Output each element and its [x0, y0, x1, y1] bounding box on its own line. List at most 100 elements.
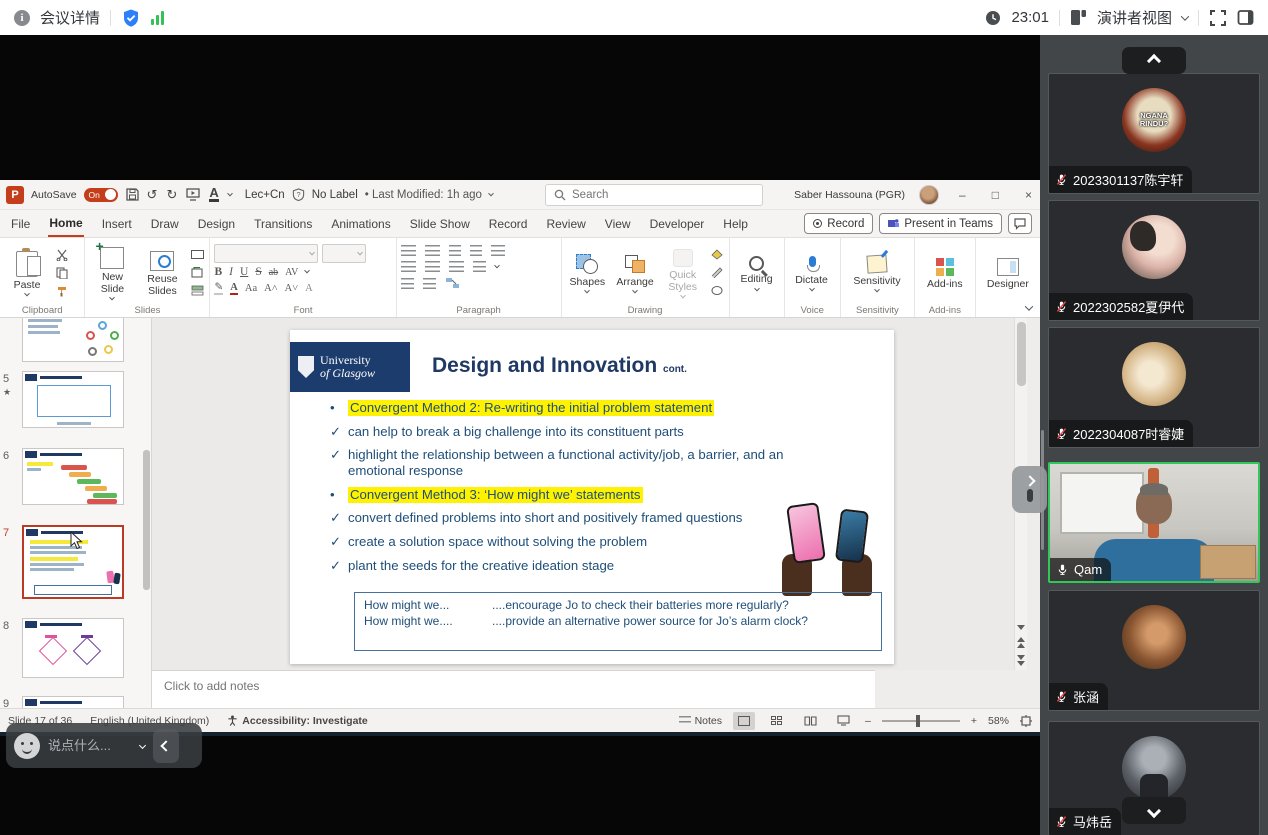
tab-slideshow[interactable]: Slide Show [409, 212, 471, 236]
account-avatar[interactable] [919, 185, 939, 205]
tab-record[interactable]: Record [488, 212, 529, 236]
designer-button[interactable]: Designer [980, 255, 1036, 290]
meeting-details-button[interactable]: 会议详情 [40, 7, 100, 28]
fullscreen-icon[interactable] [1209, 9, 1227, 27]
chat-quick-input[interactable] [6, 723, 202, 768]
network-signal-icon[interactable] [151, 11, 164, 25]
font-name-combobox[interactable] [214, 244, 318, 263]
collapse-chat-button[interactable] [153, 729, 179, 763]
shrink-font-button[interactable]: A˅ [285, 283, 299, 294]
bold-button[interactable]: B [214, 266, 222, 278]
autosave-toggle[interactable]: On [84, 188, 118, 202]
align-text-icon[interactable] [423, 278, 436, 289]
scroll-down-icon[interactable] [1017, 625, 1025, 630]
slide-sorter-view-button[interactable] [766, 712, 788, 730]
font-size-combobox[interactable] [322, 244, 366, 263]
highlight-color-button[interactable]: ✎ [214, 281, 223, 295]
emoji-button[interactable] [14, 733, 40, 759]
ppt-search-box[interactable] [545, 184, 763, 206]
line-spacing-icon[interactable] [491, 245, 505, 256]
new-slide-button[interactable]: New Slide [89, 244, 135, 301]
grow-font-button[interactable]: A˄ [264, 283, 278, 294]
zoom-level[interactable]: 58% [988, 715, 1009, 727]
security-shield-icon[interactable] [121, 8, 141, 28]
last-modified[interactable]: • Last Modified: 1h ago [365, 189, 482, 201]
paste-button[interactable]: Paste [4, 248, 50, 297]
strikethrough-button[interactable]: S [255, 266, 261, 278]
addins-button[interactable]: Add-ins [919, 255, 971, 290]
slide-thumbnail[interactable]: 6 [0, 448, 151, 508]
chevron-down-icon[interactable] [1181, 12, 1189, 20]
align-left-icon[interactable] [401, 261, 416, 272]
tab-file[interactable]: File [10, 212, 31, 236]
sidebar-expand-handle[interactable] [1012, 466, 1047, 513]
dictate-button[interactable]: Dictate [789, 253, 835, 292]
thumbnail-scrollbar[interactable] [143, 450, 150, 590]
sensitivity-button[interactable]: Sensitivity [845, 252, 909, 293]
slide-thumbnail[interactable]: 8 [0, 618, 151, 680]
participant-tile-speaking[interactable]: Qam [1048, 462, 1260, 583]
justify-icon[interactable] [473, 261, 486, 272]
save-icon[interactable] [125, 187, 140, 202]
present-in-teams-button[interactable]: Present in Teams [879, 213, 1002, 234]
accessibility-status[interactable]: Accessibility: Investigate [227, 715, 367, 727]
quick-styles-button[interactable]: Quick Styles [661, 246, 705, 299]
participant-tile[interactable]: NGANARINDU? 2023301137陈宇轩 [1048, 73, 1260, 194]
sensitivity-label[interactable]: No Label [312, 189, 358, 201]
normal-view-button[interactable] [733, 712, 755, 730]
shape-fill-icon[interactable] [709, 248, 725, 261]
account-name[interactable]: Saber Hassouna (PGR) [794, 189, 905, 201]
clear-formatting-button[interactable]: A [305, 283, 313, 294]
reuse-slides-button[interactable]: Reuse Slides [139, 248, 185, 297]
tab-developer[interactable]: Developer [649, 212, 706, 236]
tab-review[interactable]: Review [545, 212, 586, 236]
shape-effects-icon[interactable] [709, 284, 725, 297]
arrange-button[interactable]: Arrange [613, 251, 657, 294]
tab-insert[interactable]: Insert [101, 212, 133, 236]
slide-thumbnail[interactable]: 9 [0, 696, 151, 708]
editing-button[interactable]: Editing [734, 253, 780, 291]
change-case-button[interactable]: Aa [245, 283, 257, 294]
zoom-out-button[interactable]: – [865, 715, 871, 727]
current-slide[interactable]: Universityof Glasgow Design and Innovati… [290, 330, 894, 664]
text-direction-icon[interactable] [401, 278, 414, 289]
scroll-participants-down-button[interactable] [1122, 797, 1186, 824]
chat-input[interactable] [48, 738, 132, 753]
previous-slide-button[interactable] [1017, 637, 1025, 648]
maximize-button[interactable]: □ [992, 188, 999, 202]
close-button[interactable]: × [1025, 188, 1032, 202]
slideshow-view-button[interactable] [832, 712, 854, 730]
next-slide-button[interactable] [1017, 655, 1025, 666]
character-spacing-button[interactable]: AV [285, 267, 298, 278]
align-center-icon[interactable] [425, 261, 440, 272]
tab-design[interactable]: Design [197, 212, 236, 236]
scroll-participants-up-button[interactable] [1122, 47, 1186, 74]
zoom-in-button[interactable]: + [971, 715, 977, 727]
copy-icon[interactable] [54, 266, 70, 279]
fit-to-window-icon[interactable] [1020, 715, 1032, 727]
italic-button[interactable]: I [229, 266, 233, 278]
tab-home[interactable]: Home [48, 211, 83, 237]
participant-tile[interactable]: 张涵 [1048, 590, 1260, 711]
bullet-list-icon[interactable] [401, 245, 416, 256]
tab-view[interactable]: View [604, 212, 632, 236]
reset-slide-icon[interactable] [189, 266, 205, 279]
redo-icon[interactable]: ↻ [166, 187, 177, 203]
cut-icon[interactable] [54, 248, 70, 261]
numbered-list-icon[interactable] [425, 245, 440, 256]
font-color-icon[interactable]: A [209, 187, 218, 202]
qat-overflow-icon[interactable] [227, 190, 233, 196]
format-painter-icon[interactable] [54, 284, 70, 297]
view-mode-dropdown[interactable]: 演讲者视图 [1097, 7, 1172, 28]
tab-draw[interactable]: Draw [150, 212, 180, 236]
section-icon[interactable] [189, 284, 205, 297]
minimize-button[interactable]: – [959, 188, 966, 202]
record-button[interactable]: Record [804, 213, 873, 234]
tab-animations[interactable]: Animations [330, 212, 391, 236]
zoom-slider[interactable] [882, 720, 960, 722]
start-slideshow-icon[interactable] [186, 188, 200, 201]
participant-tile[interactable]: 2022302582夏伊代 [1048, 200, 1260, 321]
notes-pane[interactable]: Click to add notes [152, 670, 875, 708]
slide-thumbnail[interactable]: 5 ★ [0, 371, 151, 431]
chevron-down-icon[interactable] [139, 742, 146, 749]
